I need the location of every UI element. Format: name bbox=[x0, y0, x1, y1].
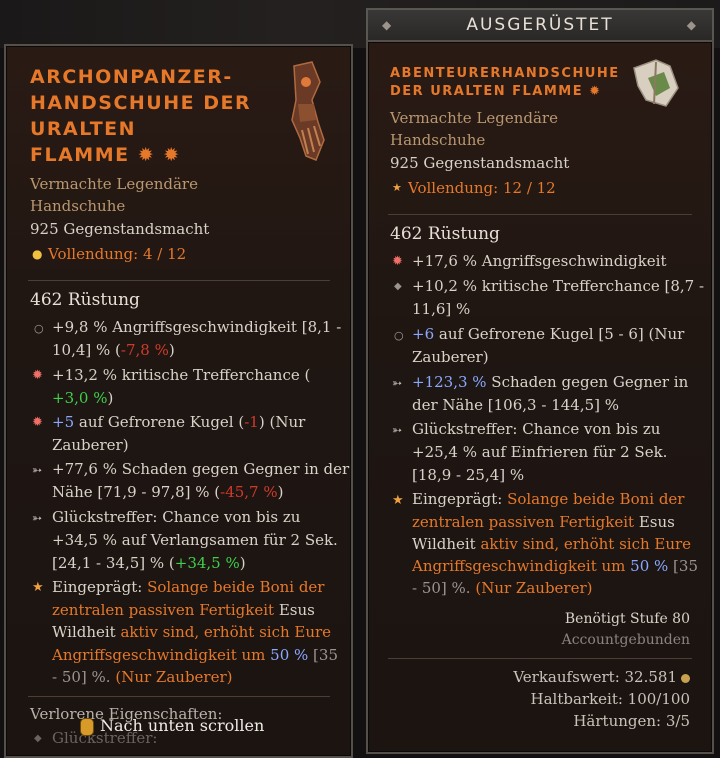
armor-value: 462 Rüstung bbox=[390, 224, 500, 244]
wing-bullet-icon: ➳ bbox=[392, 423, 403, 437]
title-line: URALTEN bbox=[30, 118, 137, 140]
aspect-line: Eingeprägt: Solange beide Boni der bbox=[412, 490, 685, 508]
mastery-star-icon: ★ bbox=[392, 181, 402, 194]
mouse-icon bbox=[80, 717, 94, 736]
divider bbox=[28, 696, 330, 697]
aspect-line: zentralen passiven Fertigkeit Esus bbox=[412, 513, 675, 531]
divider bbox=[388, 658, 692, 659]
aspect-line: Angriffsgeschwindigkeit um 50 % [35 bbox=[52, 646, 338, 664]
diamond-bullet-icon: ◆ bbox=[34, 733, 42, 744]
equipped-header: ◆ AUSGERÜSTET ◆ bbox=[366, 8, 714, 42]
greater-affix-icon: ✹ bbox=[32, 368, 43, 383]
mastery-dot-icon: ● bbox=[32, 247, 43, 261]
aspect-line: Eingeprägt: Solange beide Boni der bbox=[52, 578, 325, 596]
affix-line: +34,5 % auf Verlangsamen für 2 Sek. bbox=[52, 531, 338, 549]
affix-line: Zauberer) bbox=[412, 348, 489, 366]
affix-line: [24,1 - 34,5] % (+34,5 %) bbox=[52, 554, 246, 572]
item-type: Vermachte Legendäre bbox=[30, 175, 198, 193]
mastery-progress: Vollendung: 12 / 12 bbox=[408, 179, 556, 197]
title-line: ABENTEURERHANDSCHUHE bbox=[390, 66, 620, 81]
wing-bullet-icon: ➳ bbox=[32, 511, 43, 525]
divider bbox=[388, 214, 692, 215]
wing-bullet-icon: ➳ bbox=[32, 463, 43, 477]
affix-line: Zauberer) bbox=[52, 436, 129, 454]
aspect-line: Wildheit aktiv sind, erhöht sich Eure bbox=[412, 535, 692, 553]
aspect-line: - 50] %. (Nur Zauberer) bbox=[412, 579, 593, 597]
scroll-hint[interactable]: Nach unten scrollen bbox=[80, 716, 300, 740]
diamond-bullet-icon: ◆ bbox=[394, 281, 402, 292]
item-type: Handschuhe bbox=[30, 197, 126, 215]
affix-line: 11,6] % bbox=[412, 300, 471, 318]
greater-affix-icon: ✹ bbox=[392, 254, 403, 269]
ring-bullet-icon: ○ bbox=[394, 329, 404, 342]
affix-line: +25,4 % auf Einfrieren für 2 Sek. bbox=[412, 443, 668, 461]
aspect-star-icon: ★ bbox=[32, 580, 44, 595]
title-line: FLAMME ✹ ✹ bbox=[30, 144, 181, 166]
ring-bullet-icon: ○ bbox=[34, 322, 44, 335]
title-line: DER URALTEN FLAMME ✹ bbox=[390, 84, 602, 99]
affix-line: +77,6 % Schaden gegen Gegner in der bbox=[52, 460, 350, 478]
gold-coin-icon bbox=[681, 673, 690, 683]
aspect-line: - 50] %. (Nur Zauberer) bbox=[52, 668, 233, 686]
affix-line: Nähe [71,9 - 97,8] % (-45,7 %) bbox=[52, 483, 284, 501]
affix-line: Glückstreffer: Chance von bis zu bbox=[412, 420, 661, 438]
diamond-ornament-icon: ◆ bbox=[686, 18, 698, 32]
greater-affix-icon: ✹ bbox=[32, 415, 43, 430]
aspect-line: zentralen passiven Fertigkeit Esus bbox=[52, 601, 315, 619]
title-line: HANDSCHUHE DER bbox=[30, 92, 252, 114]
affix-line: +9,8 % Angriffsgeschwindigkeit [8,1 - bbox=[52, 318, 342, 336]
sell-value: Verkaufswert: 32.581 bbox=[513, 668, 690, 686]
glove-icon bbox=[633, 59, 679, 107]
affix-line: Glückstreffer: Chance von bis zu bbox=[52, 508, 301, 526]
affix-line: +6 auf Gefrorene Kugel [5 - 6] (Nur bbox=[412, 325, 685, 343]
title-line: ARCHONPANZER- bbox=[30, 66, 233, 88]
affix-line: +17,6 % Angriffsgeschwindigkeit bbox=[412, 252, 667, 270]
aspect-star-icon: ★ bbox=[392, 493, 404, 508]
item-type: Vermachte Legendäre bbox=[390, 109, 558, 127]
affix-line: +13,2 % kritische Trefferchance ( bbox=[52, 366, 311, 384]
aspect-line: Angriffsgeschwindigkeit um 50 % [35 bbox=[412, 557, 698, 575]
scroll-hint-label: Nach unten scrollen bbox=[100, 716, 265, 735]
equipped-label: AUSGERÜSTET bbox=[466, 15, 614, 35]
affix-line: [18,9 - 25,4] % bbox=[412, 466, 525, 484]
affix-line: +5 auf Gefrorene Kugel (-1) (Nur bbox=[52, 413, 306, 431]
durability: Haltbarkeit: 100/100 bbox=[530, 690, 691, 708]
affix-line: 10,4] % (-7,8 %) bbox=[52, 341, 175, 359]
item-type: Handschuhe bbox=[390, 131, 486, 149]
affix-line: der Nähe [106,3 - 144,5] % bbox=[412, 396, 620, 414]
item-power: 925 Gegenstandsmacht bbox=[30, 220, 210, 238]
affix-line: +10,2 % kritische Trefferchance [8,7 - bbox=[412, 277, 705, 295]
affix-line: +123,3 % Schaden gegen Gegner in bbox=[412, 373, 689, 391]
item-power: 925 Gegenstandsmacht bbox=[390, 154, 570, 172]
account-bound: Accountgebunden bbox=[561, 632, 690, 648]
affix-line: +3,0 %) bbox=[52, 389, 114, 407]
divider bbox=[28, 280, 330, 281]
mastery-progress: Vollendung: 4 / 12 bbox=[48, 245, 187, 263]
armor-value: 462 Rüstung bbox=[30, 290, 140, 310]
required-level: Benötigt Stufe 80 bbox=[564, 611, 690, 627]
tempers: Härtungen: 3/5 bbox=[573, 712, 690, 730]
wing-bullet-icon: ➳ bbox=[392, 376, 403, 390]
aspect-line: Wildheit aktiv sind, erhöht sich Eure bbox=[52, 623, 332, 641]
gauntlet-icon bbox=[291, 61, 325, 161]
diamond-ornament-icon: ◆ bbox=[382, 18, 394, 32]
